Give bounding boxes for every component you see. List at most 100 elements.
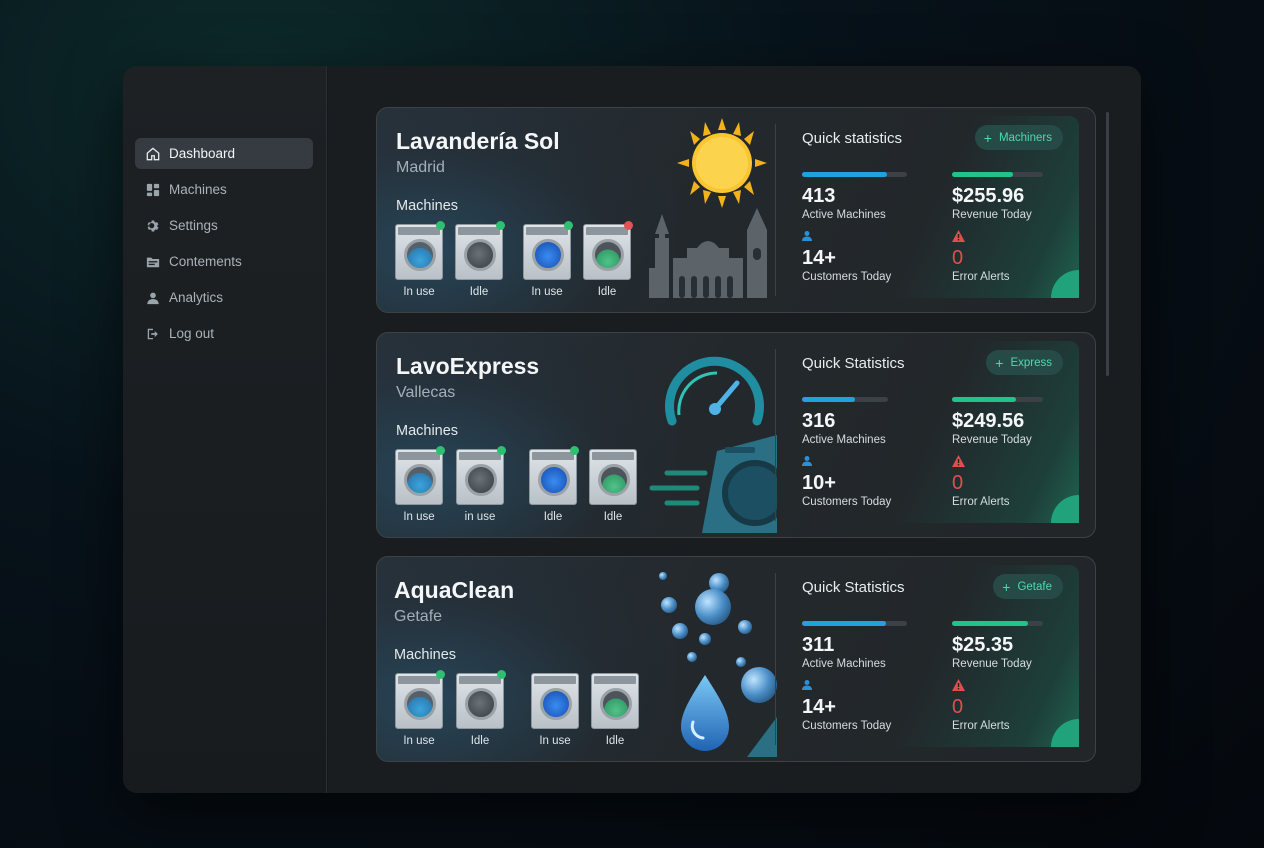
- progress-bar: [952, 397, 1043, 402]
- laundry-city: Madrid: [396, 159, 445, 176]
- scrollbar[interactable]: [1106, 112, 1109, 376]
- washer-icon: [455, 221, 505, 280]
- sidebar-item-analytics[interactable]: Analytics: [135, 282, 313, 313]
- status-error-icon: [624, 221, 633, 230]
- machine-item[interactable]: In use: [395, 446, 445, 523]
- progress-bar: [802, 397, 888, 402]
- machine-list: In use Idle In use Idle: [395, 221, 645, 304]
- warning-icon: [952, 455, 1092, 469]
- machine-item[interactable]: In use: [531, 673, 579, 747]
- revenue-stat: $25.35 Revenue Today: [952, 621, 1092, 670]
- status-ok-icon: [564, 221, 573, 230]
- laundry-city: Vallecas: [396, 384, 456, 401]
- home-icon: [146, 146, 160, 160]
- machine-item[interactable]: Idle: [589, 449, 637, 523]
- washer-icon: [589, 449, 637, 505]
- status-ok-icon: [436, 221, 445, 230]
- sidebar-item-label: Log out: [169, 326, 215, 341]
- revenue-stat: $249.56 Revenue Today: [952, 397, 1092, 446]
- sidebar-item-settings[interactable]: Settings: [135, 210, 313, 241]
- machines-action-button[interactable]: + Machiners: [974, 125, 1063, 150]
- machines-label: Machines: [394, 647, 457, 663]
- machine-status: In use: [403, 286, 435, 298]
- sidebar-item-contements[interactable]: Contements: [135, 246, 313, 277]
- user-icon: [802, 230, 942, 244]
- revenue-stat: $255.96 Revenue Today: [952, 172, 1092, 221]
- status-ok-icon: [436, 446, 445, 455]
- gear-icon: [147, 219, 159, 232]
- laundry-card: LavoExpress Vallecas Machines In use in …: [376, 332, 1096, 538]
- sun-skyline-illustration: [649, 118, 767, 298]
- bubbles-drop-illustration: [659, 572, 777, 757]
- laundry-name: Lavandería Sol: [396, 128, 560, 154]
- laundry-name: AquaClean: [394, 577, 515, 603]
- warning-icon: [952, 679, 1092, 693]
- machine-item[interactable]: Idle: [583, 221, 633, 298]
- washer-icon: [531, 673, 579, 729]
- machine-item[interactable]: Idle: [529, 446, 579, 523]
- sidebar-item-machines[interactable]: Machines: [135, 174, 313, 205]
- sidebar-item-label: Settings: [169, 218, 218, 233]
- washer-icon: [456, 670, 506, 729]
- machines-label: Machines: [396, 198, 459, 214]
- quick-stats-title: Quick Statistics: [802, 579, 905, 596]
- active-machines-stat: 413 Active Machines: [802, 172, 942, 221]
- user-icon: [802, 679, 942, 693]
- sidebar-item-log-out[interactable]: Log out: [135, 318, 313, 349]
- machine-item[interactable]: In use: [523, 221, 573, 298]
- warning-icon: [952, 230, 1092, 244]
- machines-label: Machines: [396, 423, 459, 439]
- quick-stats-title: Quick statistics: [802, 130, 903, 147]
- progress-bar: [952, 621, 1043, 626]
- machine-status: Idle: [597, 286, 617, 298]
- machine-item[interactable]: in use: [456, 446, 506, 523]
- active-machines-stat: 311 Active Machines: [802, 621, 942, 670]
- laundry-card: Lavandería Sol Madrid Machines In use Id…: [376, 107, 1096, 313]
- sidebar-item-dashboard[interactable]: Dashboard: [135, 138, 313, 169]
- sidebar-nav: Dashboard Machines Settings Contements A…: [135, 138, 313, 354]
- machine-status: in use: [464, 511, 496, 523]
- customers-stat: 10+ Customers Today: [802, 455, 942, 508]
- machine-item[interactable]: Idle: [591, 673, 639, 747]
- machine-item[interactable]: In use: [395, 670, 445, 747]
- progress-bar: [802, 621, 907, 626]
- sun-icon: [677, 118, 767, 208]
- sidebar-item-label: Analytics: [169, 290, 224, 305]
- customers-stat: 14+ Customers Today: [802, 230, 942, 283]
- washer-icon: [523, 221, 573, 280]
- machine-status: In use: [531, 286, 563, 298]
- status-ok-icon: [436, 670, 445, 679]
- laundry-city: Getafe: [394, 608, 443, 625]
- status-ok-icon: [496, 221, 505, 230]
- sidebar: Dashboard Machines Settings Contements A…: [123, 66, 327, 793]
- progress-bar: [952, 172, 1043, 177]
- machine-status: Idle: [603, 511, 623, 523]
- sidebar-item-label: Machines: [169, 182, 227, 197]
- getafe-action-button[interactable]: + Getafe: [993, 574, 1063, 599]
- quick-stats-panel: Quick statistics + Machiners 413 Active M…: [787, 116, 1079, 298]
- plus-icon: +: [1002, 578, 1011, 595]
- machine-status: Idle: [469, 286, 489, 298]
- status-ok-icon: [497, 670, 506, 679]
- washer-icon: [395, 221, 445, 280]
- customers-stat: 14+ Customers Today: [802, 679, 942, 732]
- folder-icon: [146, 257, 160, 267]
- speedometer-washer-illustration: [649, 356, 777, 533]
- progress-bar: [802, 172, 907, 177]
- machine-item[interactable]: Idle: [455, 221, 505, 298]
- active-machines-stat: 316 Active Machines: [802, 397, 942, 446]
- logout-icon: [147, 328, 158, 339]
- plus-icon: +: [995, 354, 1004, 371]
- washer-icon: [395, 670, 445, 729]
- express-action-button[interactable]: + Express: [986, 350, 1063, 375]
- sidebar-item-label: Contements: [169, 254, 242, 269]
- washer-icon: [395, 446, 445, 505]
- status-ok-icon: [570, 446, 579, 455]
- app-window: Dashboard Machines Settings Contements A…: [123, 66, 1141, 793]
- quick-stats-panel: Quick Statistics + Getafe 311 Active Mach…: [787, 565, 1079, 747]
- machine-list: In use in use Idle Idle: [395, 446, 645, 529]
- washer-icon: [583, 221, 633, 280]
- status-ok-icon: [497, 446, 506, 455]
- machine-item[interactable]: In use: [395, 221, 445, 298]
- machine-item[interactable]: Idle: [456, 670, 506, 747]
